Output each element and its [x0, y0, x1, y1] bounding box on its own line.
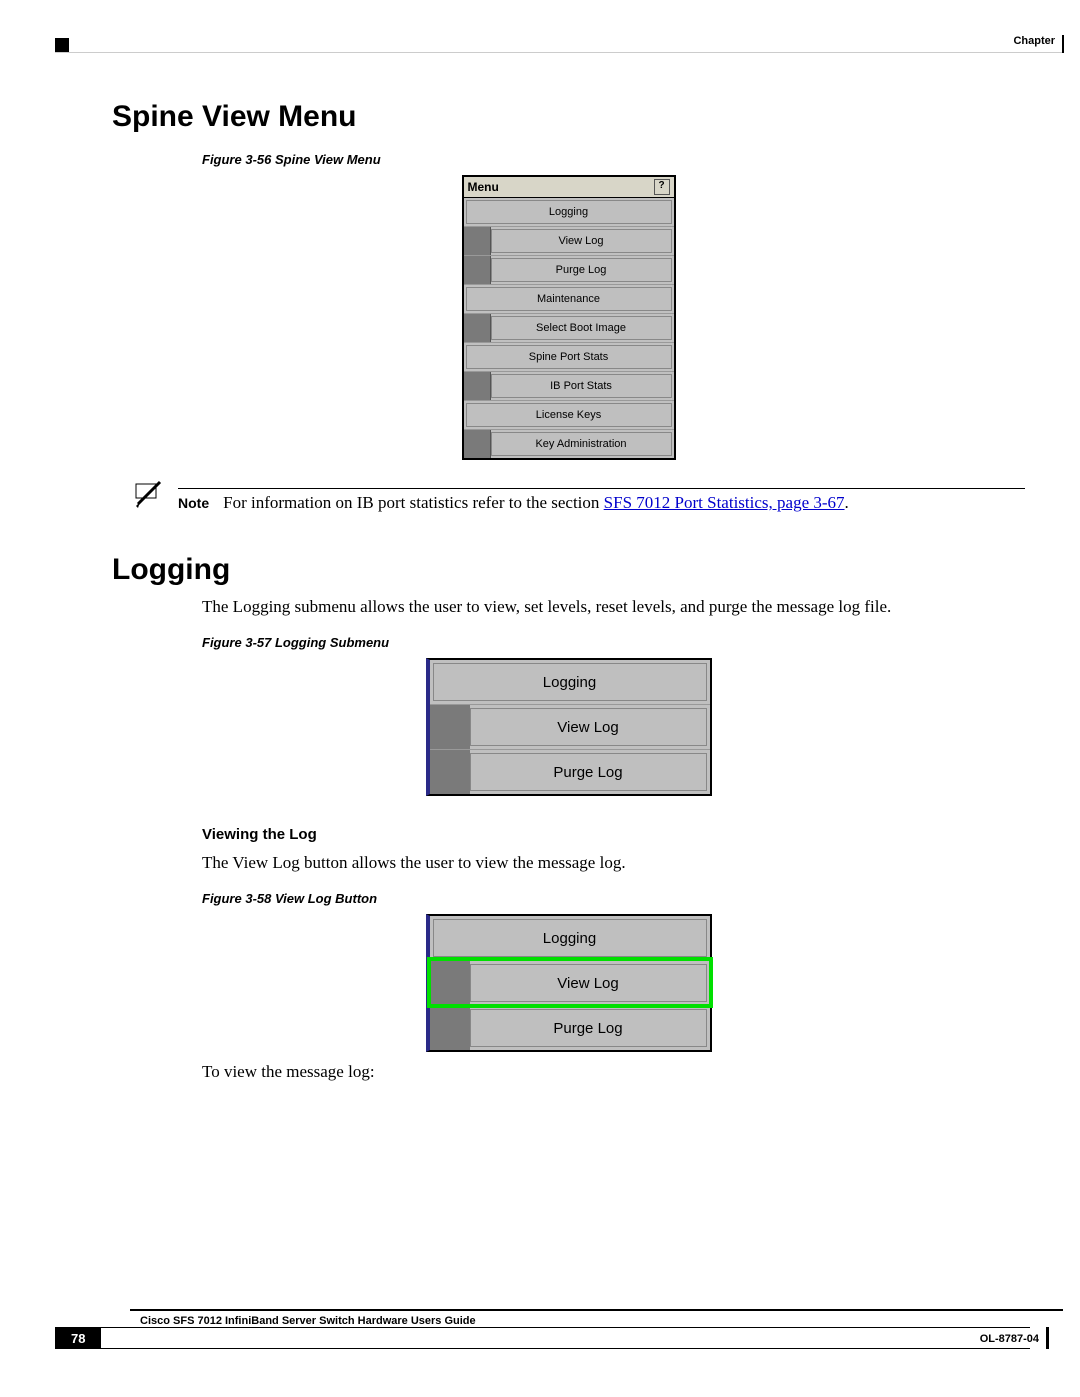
submenu-item-label: View Log [470, 964, 707, 1002]
spine-view-menu: Menu ? Logging View Log Purge Log Mainte… [462, 175, 676, 460]
viewlog-intro-text: The View Log button allows the user to v… [202, 853, 1025, 873]
menu-title-row: Menu ? [464, 177, 674, 198]
figure-caption-58: Figure 3-58 View Log Button [202, 891, 1025, 906]
footer-doc-id: OL-8787-04 [980, 1333, 1039, 1345]
menu-stub-icon [464, 314, 491, 342]
menu-item-select-boot[interactable]: Select Boot Image [464, 313, 674, 342]
pencil-icon [134, 480, 164, 513]
logging-submenu: Logging View Log Purge Log [426, 658, 712, 796]
figure-caption-56: Figure 3-56 Spine View Menu [202, 152, 1025, 167]
menu-item-label: Maintenance [466, 287, 672, 311]
menu-stub-icon [464, 227, 491, 255]
menu-item-ib-port-stats[interactable]: IB Port Stats [464, 371, 674, 400]
view-log-button-figure: Logging View Log Purge Log [426, 914, 712, 1052]
menu-item-maintenance[interactable]: Maintenance [464, 284, 674, 313]
menu-title: Menu [468, 180, 499, 194]
submenu-item-view-log[interactable]: View Log [430, 704, 710, 749]
logging-intro-text: The Logging submenu allows the user to v… [202, 597, 1025, 617]
submenu-item-label: Purge Log [470, 1009, 707, 1047]
submenu-item-view-log-highlighted[interactable]: View Log [430, 960, 710, 1005]
menu-item-label: Spine Port Stats [466, 345, 672, 369]
footer-guide-title: Cisco SFS 7012 InfiniBand Server Switch … [140, 1315, 476, 1327]
menu-item-key-admin[interactable]: Key Administration [464, 429, 674, 458]
menu-item-label: View Log [491, 229, 672, 253]
menu-item-label: Key Administration [491, 432, 672, 456]
menu-stub-icon [430, 705, 470, 749]
menu-stub-icon [430, 1006, 470, 1050]
submenu-item-label: Logging [433, 663, 707, 701]
menu-item-logging[interactable]: Logging [464, 198, 674, 226]
footer-rule [130, 1309, 1063, 1311]
footer-tail-rule [100, 1327, 1030, 1349]
page-content: Spine View Menu Figure 3-56 Spine View M… [112, 100, 1025, 1267]
submenu-item-logging[interactable]: Logging [430, 660, 710, 704]
menu-item-spine-port-stats[interactable]: Spine Port Stats [464, 342, 674, 371]
figure-caption-57: Figure 3-57 Logging Submenu [202, 635, 1025, 650]
section-title-logging: Logging [112, 553, 1025, 587]
menu-stub-icon [464, 256, 491, 284]
viewing-log-heading: Viewing the Log [202, 826, 1025, 843]
section-title-spine: Spine View Menu [112, 100, 1025, 134]
menu-item-view-log[interactable]: View Log [464, 226, 674, 255]
to-view-text: To view the message log: [202, 1062, 1025, 1082]
chapter-label: Chapter [1013, 35, 1055, 47]
submenu-item-purge-log[interactable]: Purge Log [430, 749, 710, 794]
menu-item-license-keys[interactable]: License Keys [464, 400, 674, 429]
note-text: For information on IB port statistics re… [223, 493, 849, 513]
header-square-icon [55, 38, 69, 52]
menu-item-label: IB Port Stats [491, 374, 672, 398]
note-text-post: . [845, 493, 849, 512]
help-icon[interactable]: ? [654, 179, 670, 195]
submenu-item-label: Logging [433, 919, 707, 957]
menu-stub-icon [464, 430, 491, 458]
footer-page-box: 78 [55, 1327, 1030, 1349]
footer-bar-end-icon [1046, 1327, 1049, 1349]
menu-item-label: License Keys [466, 403, 672, 427]
header-rule [55, 52, 1063, 53]
header-bar-end-icon [1062, 35, 1064, 53]
menu-stub-icon [430, 750, 470, 794]
page-number: 78 [55, 1327, 101, 1349]
menu-stub-icon [430, 961, 470, 1005]
page-header: Chapter [55, 38, 1080, 56]
submenu-item-purge-log[interactable]: Purge Log [430, 1005, 710, 1050]
submenu-item-label: View Log [470, 708, 707, 746]
menu-item-label: Logging [466, 200, 672, 224]
note-text-pre: For information on IB port statistics re… [223, 493, 604, 512]
menu-item-purge-log[interactable]: Purge Log [464, 255, 674, 284]
menu-item-label: Purge Log [491, 258, 672, 282]
note-label: Note [178, 495, 209, 511]
page-footer: Cisco SFS 7012 InfiniBand Server Switch … [55, 1309, 1063, 1357]
note-link[interactable]: SFS 7012 Port Statistics, page 3-67 [604, 493, 845, 512]
menu-item-label: Select Boot Image [491, 316, 672, 340]
submenu-item-label: Purge Log [470, 753, 707, 791]
menu-stub-icon [464, 372, 491, 400]
submenu-item-logging[interactable]: Logging [430, 916, 710, 960]
note-block: Note For information on IB port statisti… [134, 480, 1025, 513]
